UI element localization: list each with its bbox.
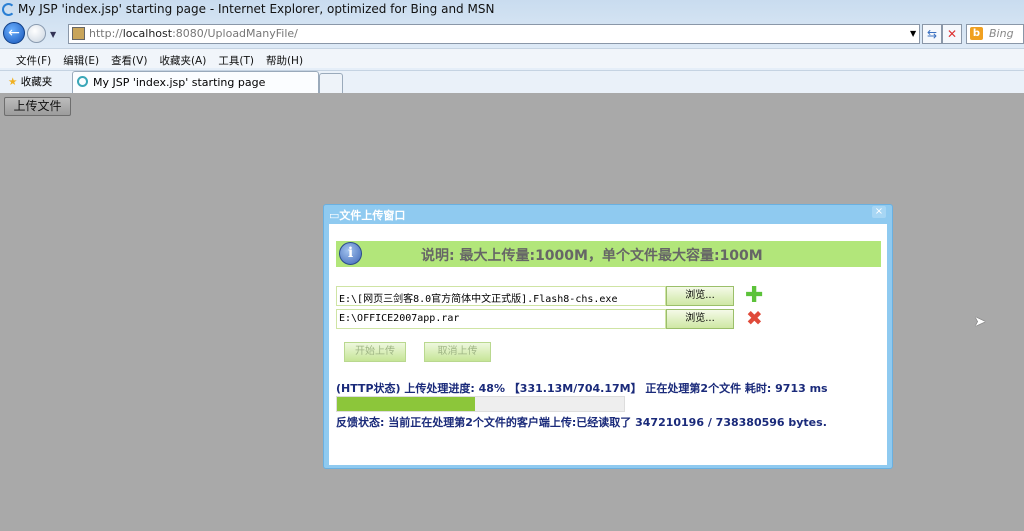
- refresh-button[interactable]: ⇆: [922, 24, 942, 44]
- url-path: :8080/UploadManyFile/: [172, 27, 298, 40]
- menu-favorites[interactable]: 收藏夹(A): [159, 53, 206, 68]
- menu-file[interactable]: 文件(F): [16, 53, 51, 68]
- info-text: 说明: 最大上传量:1000M，单个文件最大容量:100M: [421, 248, 763, 264]
- feedback-text: 反馈状态: 当前正在处理第2个文件的客户端上传:已经读取了 347210196 …: [336, 416, 827, 429]
- progress-text: (HTTP状态) 上传处理进度: 48% 【331.13M/704.17M】 正…: [336, 382, 828, 395]
- cancel-upload-button[interactable]: 取消上传: [424, 342, 491, 362]
- history-dropdown-icon[interactable]: ▼: [50, 30, 56, 39]
- forward-button[interactable]: [27, 24, 46, 43]
- dialog-title-text: 文件上传窗口: [339, 209, 406, 222]
- file-input-1[interactable]: E:\[网页三剑客8.0官方简体中文正式版].Flash8-chs.exe: [336, 286, 666, 306]
- browse-button-2[interactable]: 浏览...: [666, 309, 734, 329]
- window-icon: ▭: [329, 209, 340, 222]
- info-banner: i 说明: 最大上传量:1000M，单个文件最大容量:100M: [336, 241, 881, 267]
- favorites-button[interactable]: ★ 收藏夹: [8, 74, 52, 89]
- url-scheme: http://: [89, 27, 123, 40]
- menu-edit[interactable]: 编辑(E): [63, 53, 99, 68]
- new-tab-button[interactable]: [319, 73, 343, 93]
- mouse-cursor-icon: ➤: [974, 314, 986, 330]
- close-button[interactable]: ×: [872, 206, 886, 218]
- menu-view[interactable]: 查看(V): [111, 53, 147, 68]
- tab-active[interactable]: My JSP 'index.jsp' starting page: [72, 71, 319, 93]
- menu-help[interactable]: 帮助(H): [266, 53, 303, 68]
- page-icon: [72, 27, 85, 40]
- start-upload-button[interactable]: 开始上传: [344, 342, 406, 362]
- loading-icon: [77, 76, 88, 87]
- dialog-body: i 说明: 最大上传量:1000M，单个文件最大容量:100M E:\[网页三剑…: [329, 224, 887, 465]
- menu-bar: 文件(F) 编辑(E) 查看(V) 收藏夹(A) 工具(T) 帮助(H): [0, 48, 1024, 68]
- add-file-icon[interactable]: ✚: [745, 285, 763, 307]
- browse-button-1[interactable]: 浏览...: [666, 286, 734, 306]
- favorites-label: 收藏夹: [20, 76, 53, 88]
- star-icon: ★: [8, 76, 18, 88]
- file-input-2[interactable]: E:\OFFICE2007app.rar: [336, 309, 666, 329]
- bing-icon: b: [970, 27, 983, 40]
- dialog-title: ▭文件上传窗口: [329, 207, 405, 223]
- url-host: localhost: [122, 27, 173, 40]
- upload-dialog: ▭文件上传窗口 × i 说明: 最大上传量:1000M，单个文件最大容量:100…: [323, 204, 893, 469]
- menu-tools[interactable]: 工具(T): [218, 53, 254, 68]
- stop-button[interactable]: ✕: [942, 24, 962, 44]
- address-bar[interactable]: http://localhost:8080/UploadManyFile/: [68, 24, 920, 44]
- remove-file-icon[interactable]: ✖: [746, 308, 763, 328]
- info-icon: i: [339, 242, 362, 265]
- window-title: My JSP 'index.jsp' starting page - Inter…: [18, 2, 495, 16]
- upload-file-button[interactable]: 上传文件: [4, 97, 71, 116]
- progress-bar: [336, 396, 625, 412]
- back-button[interactable]: ←: [3, 22, 25, 44]
- progress-fill: [337, 397, 475, 411]
- address-dropdown-icon[interactable]: ▼: [910, 29, 916, 38]
